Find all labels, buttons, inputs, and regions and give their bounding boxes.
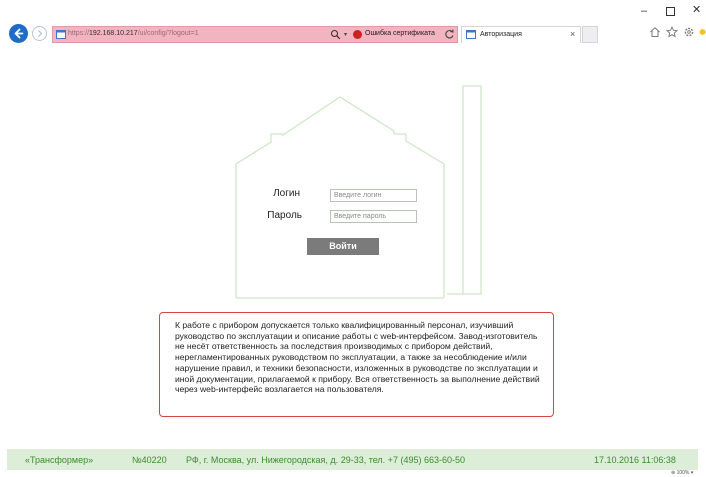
footer-address: РФ, г. Москва, ул. Нижегородская, д. 29-… [186, 455, 465, 465]
address-bar[interactable]: https://192.168.10.217/ui/config/?logout… [52, 26, 458, 43]
search-icon[interactable] [330, 29, 341, 40]
warning-text: К работе с прибором допускается только к… [175, 320, 540, 395]
footer-bar: «Трансформер» №40220 РФ, г. Москва, ул. … [7, 449, 698, 470]
home-icon[interactable] [649, 26, 661, 38]
ie-page-icon [466, 30, 476, 39]
close-icon[interactable]: × [570, 29, 575, 39]
login-input[interactable] [330, 189, 417, 202]
chevron-down-icon[interactable]: ▾ [344, 31, 347, 38]
cert-error-text[interactable]: Ошибка сертификата [365, 30, 435, 37]
new-tab-button[interactable] [582, 26, 598, 43]
tab-label: Авторизация [480, 31, 522, 38]
arrow-right-icon [38, 30, 43, 37]
login-label: Логин [273, 188, 300, 199]
gear-icon[interactable] [683, 26, 695, 38]
close-window-button[interactable]: ✕ [692, 5, 701, 16]
address-url: https://192.168.10.217/ui/config/?logout… [68, 30, 199, 37]
cert-error-icon[interactable] [353, 30, 362, 39]
browser-chrome: https://192.168.10.217/ui/config/?logout… [0, 0, 706, 46]
zoom-level: 100% [676, 470, 690, 476]
back-button[interactable] [9, 24, 28, 43]
zoom-indicator[interactable]: ⊕ 100% ▾ [671, 470, 693, 476]
maximize-button[interactable] [666, 7, 675, 19]
maximize-icon [666, 7, 675, 16]
warning-notice: К работе с прибором допускается только к… [159, 312, 554, 417]
password-label: Пароль [267, 210, 302, 221]
footer-brand: «Трансформер» [25, 455, 94, 465]
smiley-icon[interactable] [699, 26, 706, 38]
ie-page-icon [56, 30, 66, 39]
footer-serial: №40220 [132, 455, 167, 465]
tab-authorization[interactable]: Авторизация × [461, 26, 581, 43]
arrow-left-icon [14, 28, 24, 39]
refresh-icon[interactable] [444, 29, 455, 40]
star-icon[interactable] [666, 26, 678, 38]
password-input[interactable] [330, 210, 417, 223]
minimize-button[interactable]: – [641, 6, 647, 17]
forward-button[interactable] [32, 26, 47, 41]
footer-datetime: 17.10.2016 11:06:38 [594, 455, 676, 465]
login-button[interactable]: Войти [307, 238, 379, 255]
